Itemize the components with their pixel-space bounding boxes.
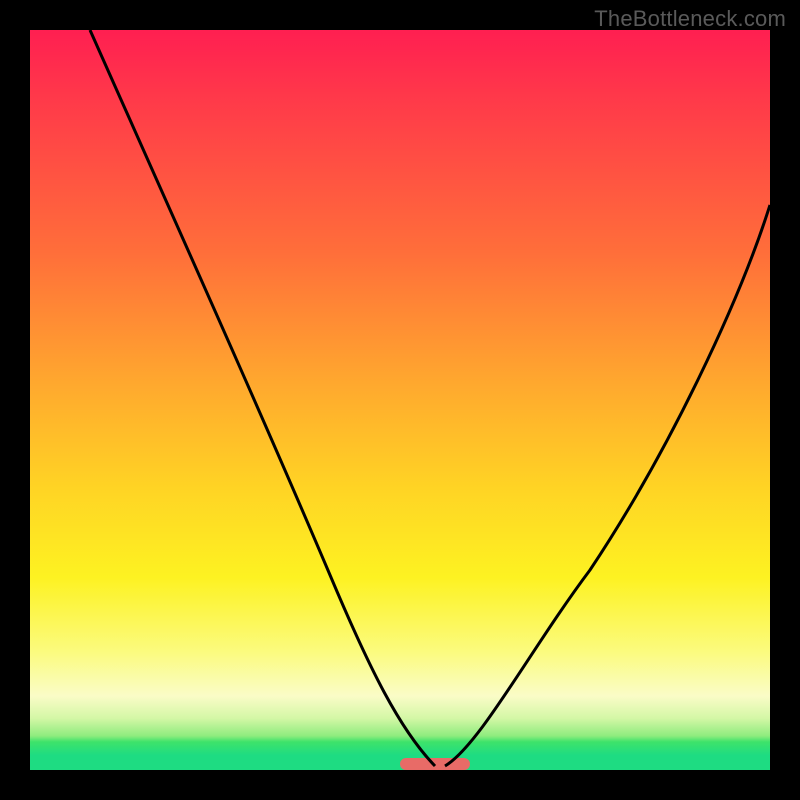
curve-right-branch bbox=[445, 205, 770, 766]
watermark-text: TheBottleneck.com bbox=[594, 6, 786, 32]
curve-left-branch bbox=[90, 30, 435, 766]
chart-stage: TheBottleneck.com bbox=[0, 0, 800, 800]
bottleneck-curve bbox=[30, 30, 770, 770]
plot-area bbox=[30, 30, 770, 770]
